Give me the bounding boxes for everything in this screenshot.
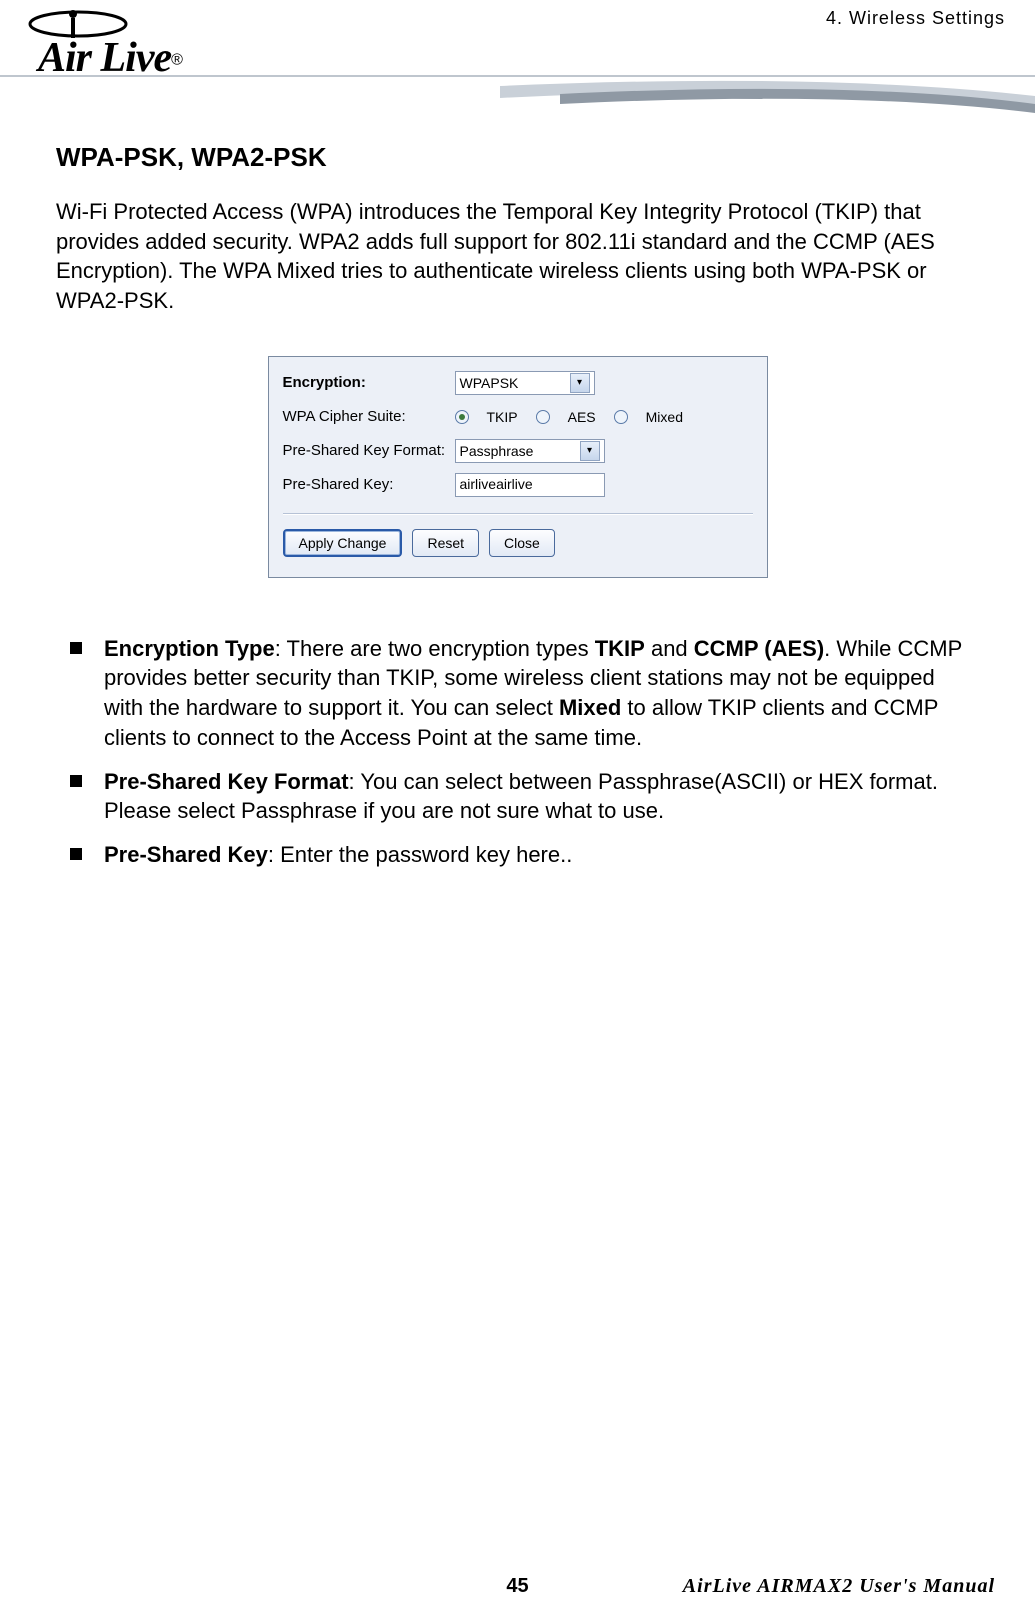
radio-mixed-label: Mixed [646, 409, 683, 425]
bullet-list: Encryption Type: There are two encryptio… [56, 634, 979, 870]
reset-button[interactable]: Reset [412, 529, 479, 557]
psk-value: airliveairlive [460, 476, 533, 492]
encryption-dialog: Encryption: WPAPSK ▾ WPA Cipher Suite: T… [268, 356, 768, 578]
dialog-separator [283, 513, 753, 515]
term-psk: Pre-Shared Key [104, 842, 268, 867]
chevron-down-icon: ▾ [580, 441, 600, 461]
logo-registered: ® [171, 52, 183, 69]
encryption-label: Encryption: [283, 374, 455, 391]
page-footer: 45 AirLive AIRMAX2 User's Manual [0, 1575, 1035, 1598]
manual-title: AirLive AIRMAX2 User's Manual [683, 1575, 995, 1598]
intro-paragraph: Wi-Fi Protected Access (WPA) introduces … [56, 197, 979, 316]
psk-label: Pre-Shared Key: [283, 476, 455, 493]
term-mixed: Mixed [559, 695, 621, 720]
dialog-button-row: Apply Change Reset Close [283, 529, 753, 557]
apply-change-button[interactable]: Apply Change [283, 529, 403, 557]
cipher-radio-group: TKIP AES Mixed [455, 409, 684, 425]
encryption-value: WPAPSK [460, 375, 519, 391]
bullet-psk-format: Pre-Shared Key Format: You can select be… [56, 767, 979, 826]
psk-input[interactable]: airliveairlive [455, 473, 605, 497]
radio-tkip[interactable] [455, 410, 469, 424]
cipher-label: WPA Cipher Suite: [283, 408, 455, 425]
psk-format-value: Passphrase [460, 443, 534, 459]
term-encryption-type: Encryption Type [104, 636, 275, 661]
radio-tkip-label: TKIP [487, 409, 518, 425]
page-header: 4. Wireless Settings Air Live® [0, 0, 1035, 110]
dialog-screenshot: Encryption: WPAPSK ▾ WPA Cipher Suite: T… [56, 356, 979, 578]
section-title: WPA-PSK, WPA2-PSK [56, 142, 979, 173]
text-fragment: and [645, 636, 694, 661]
bullet-psk: Pre-Shared Key: Enter the password key h… [56, 840, 979, 870]
main-content: WPA-PSK, WPA2-PSK Wi-Fi Protected Access… [0, 110, 1035, 870]
chapter-label: 4. Wireless Settings [826, 8, 1005, 29]
psk-format-select[interactable]: Passphrase ▾ [455, 439, 605, 463]
text-fragment: : Enter the password key here.. [268, 842, 573, 867]
close-button[interactable]: Close [489, 529, 555, 557]
text-fragment: : There are two encryption types [275, 636, 595, 661]
psk-format-label: Pre-Shared Key Format: [283, 442, 455, 459]
term-psk-format: Pre-Shared Key Format [104, 769, 349, 794]
radio-mixed[interactable] [614, 410, 628, 424]
encryption-select[interactable]: WPAPSK ▾ [455, 371, 595, 395]
radio-aes-label: AES [568, 409, 596, 425]
radio-aes[interactable] [536, 410, 550, 424]
chevron-down-icon: ▾ [570, 373, 590, 393]
term-ccmp: CCMP (AES) [694, 636, 824, 661]
header-swoosh [0, 68, 1035, 113]
bullet-encryption-type: Encryption Type: There are two encryptio… [56, 634, 979, 753]
term-tkip: TKIP [595, 636, 645, 661]
